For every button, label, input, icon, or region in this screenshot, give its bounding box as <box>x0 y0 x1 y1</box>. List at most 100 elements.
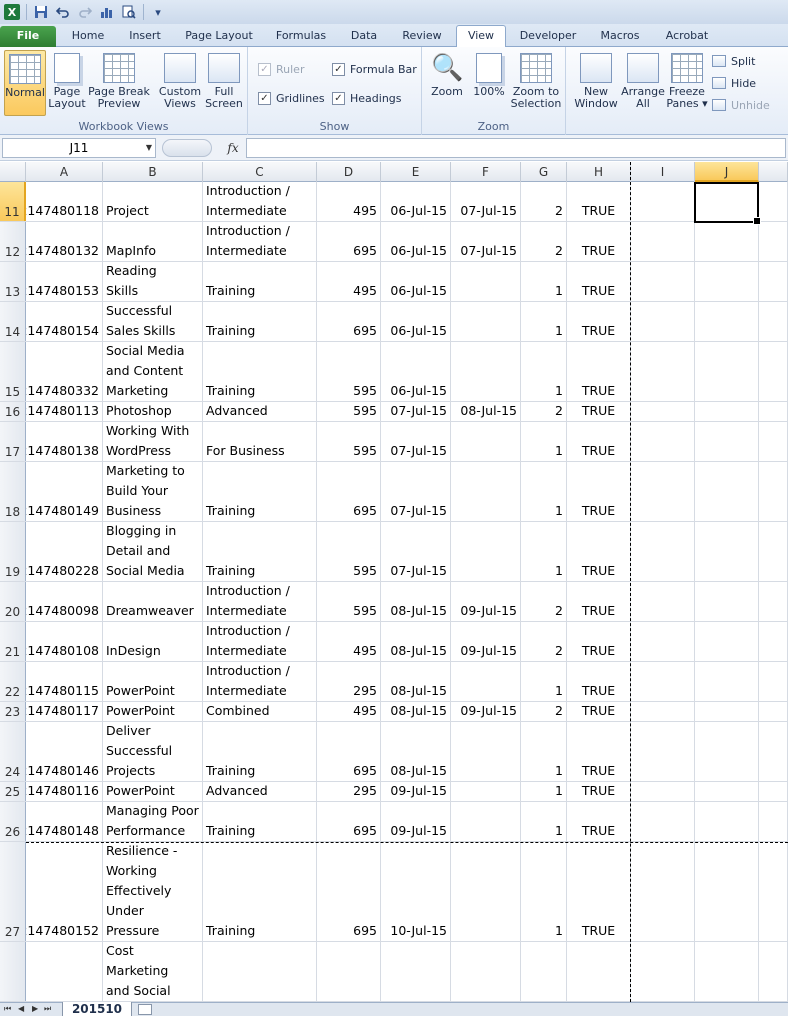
cell-k[interactable] <box>759 222 788 261</box>
cell-i[interactable] <box>631 222 695 261</box>
cell-e[interactable]: 07-Jul-15 <box>381 422 451 461</box>
cell-h[interactable]: TRUE <box>567 782 631 801</box>
cell-e[interactable]: 07-Jul-15 <box>381 522 451 581</box>
row-header[interactable]: 12 <box>0 222 26 261</box>
cell-g[interactable]: 1 <box>521 422 567 461</box>
cell-g[interactable]: 1 <box>521 802 567 841</box>
cell-c[interactable]: Training <box>203 302 317 341</box>
freeze-panes-button[interactable]: Freeze Panes ▾ <box>666 50 708 116</box>
cell-e[interactable]: 10-Jul-15 <box>381 842 451 941</box>
cell-c[interactable]: Introduction / Intermediate <box>203 222 317 261</box>
headings-checkbox[interactable]: ✓ Headings <box>332 88 402 108</box>
cell-e[interactable]: 08-Jul-15 <box>381 662 451 701</box>
cell-d[interactable]: 495 <box>317 702 381 721</box>
ruler-checkbox[interactable]: ✓ Ruler <box>258 59 304 79</box>
cell-c[interactable]: Advanced <box>203 402 317 421</box>
cell-b[interactable]: Successful Sales Skills <box>103 302 203 341</box>
prev-sheet-icon[interactable]: ◀ <box>18 1004 24 1013</box>
cell-e[interactable]: 06-Jul-15 <box>381 182 451 221</box>
cell-i[interactable] <box>631 462 695 521</box>
cell-e[interactable]: 06-Jul-15 <box>381 342 451 401</box>
formula-bar-checkbox[interactable]: ✓ Formula Bar <box>332 59 417 79</box>
new-window-button[interactable]: New Window <box>572 50 620 116</box>
cell-e[interactable]: 09-Jul-15 <box>381 802 451 841</box>
cell-h[interactable]: TRUE <box>567 702 631 721</box>
cell-g[interactable]: 2 <box>521 402 567 421</box>
cell-b[interactable]: Blogging in Detail and Social Media <box>103 522 203 581</box>
column-header-g[interactable]: G <box>521 162 567 182</box>
row-header[interactable]: 14 <box>0 302 26 341</box>
cell-b[interactable]: Resilience - Working Effectively Under P… <box>103 842 203 941</box>
cell-e[interactable]: 08-Jul-15 <box>381 582 451 621</box>
cell-j[interactable] <box>695 662 759 701</box>
cell-f[interactable]: 09-Jul-15 <box>451 582 521 621</box>
cell-k[interactable] <box>759 182 788 221</box>
cell-d[interactable]: 495 <box>317 182 381 221</box>
active-cell-selection[interactable] <box>694 182 761 225</box>
cell-f[interactable] <box>451 722 521 781</box>
column-header-f[interactable]: F <box>451 162 521 182</box>
cell-j[interactable] <box>695 402 759 421</box>
cell-j[interactable] <box>695 522 759 581</box>
cell-h[interactable]: TRUE <box>567 342 631 401</box>
cell-i[interactable] <box>631 182 695 221</box>
cell-d[interactable]: 295 <box>317 782 381 801</box>
hide-button[interactable]: Hide <box>712 73 756 93</box>
cell-b[interactable]: Marketing to Build Your Business <box>103 462 203 521</box>
normal-view-button[interactable]: Normal <box>4 50 46 116</box>
split-button[interactable]: Split <box>712 51 755 71</box>
tab-file[interactable]: File <box>0 26 56 47</box>
row-header[interactable]: 20 <box>0 582 26 621</box>
cell-e[interactable]: 07-Jul-15 <box>381 402 451 421</box>
cell-k[interactable] <box>759 662 788 701</box>
select-all-corner[interactable] <box>0 162 26 182</box>
cell-f[interactable] <box>451 662 521 701</box>
cell-a[interactable]: 2147480118 <box>26 182 103 221</box>
row-header[interactable]: 27 <box>0 842 26 941</box>
cell-d[interactable]: 595 <box>317 522 381 581</box>
cell-f[interactable] <box>451 842 521 941</box>
cell-g[interactable]: 1 <box>521 522 567 581</box>
cell-a[interactable]: 2147480098 <box>26 582 103 621</box>
row-header[interactable]: 24 <box>0 722 26 781</box>
tab-acrobat[interactable]: Acrobat <box>656 26 718 47</box>
cell-c[interactable]: Introduction / Intermediate <box>203 582 317 621</box>
cell-h[interactable]: TRUE <box>567 422 631 461</box>
row-header[interactable]: 11 <box>0 182 26 221</box>
cell-a[interactable]: 2147480108 <box>26 622 103 661</box>
next-sheet-icon[interactable]: ▶ <box>32 1004 38 1013</box>
cell-b[interactable]: PowerPoint <box>103 662 203 701</box>
cell-c[interactable]: Advanced <box>203 782 317 801</box>
cell-c[interactable]: Training <box>203 462 317 521</box>
cell-a[interactable]: 2147480113 <box>26 402 103 421</box>
column-header-e[interactable]: E <box>381 162 451 182</box>
cell-j[interactable] <box>695 582 759 621</box>
cell-h[interactable] <box>567 942 631 1001</box>
cell-g[interactable]: 1 <box>521 662 567 701</box>
row-header[interactable]: 22 <box>0 662 26 701</box>
cell-i[interactable] <box>631 402 695 421</box>
cell-g[interactable]: 1 <box>521 842 567 941</box>
cell-h[interactable]: TRUE <box>567 842 631 941</box>
cell-i[interactable] <box>631 842 695 941</box>
cell-c[interactable]: Training <box>203 802 317 841</box>
cell-j[interactable] <box>695 722 759 781</box>
cell-g[interactable]: 1 <box>521 722 567 781</box>
cell-b[interactable]: Social Media and Content Marketing <box>103 342 203 401</box>
cell-i[interactable] <box>631 802 695 841</box>
cell-d[interactable]: 495 <box>317 262 381 301</box>
cell-i[interactable] <box>631 342 695 401</box>
cell-i[interactable] <box>631 662 695 701</box>
cell-k[interactable] <box>759 582 788 621</box>
cell-f[interactable]: 07-Jul-15 <box>451 182 521 221</box>
cell-b[interactable]: Deliver Successful Projects <box>103 722 203 781</box>
cell-i[interactable] <box>631 422 695 461</box>
cell-a[interactable]: 2147480115 <box>26 662 103 701</box>
cell-c[interactable]: Combined <box>203 702 317 721</box>
tab-page-layout[interactable]: Page Layout <box>178 26 260 47</box>
cell-h[interactable]: TRUE <box>567 662 631 701</box>
cell-e[interactable]: 08-Jul-15 <box>381 702 451 721</box>
cell-g[interactable]: 2 <box>521 582 567 621</box>
cell-b[interactable]: Managing Poor Performance <box>103 802 203 841</box>
cell-a[interactable]: 2147480146 <box>26 722 103 781</box>
